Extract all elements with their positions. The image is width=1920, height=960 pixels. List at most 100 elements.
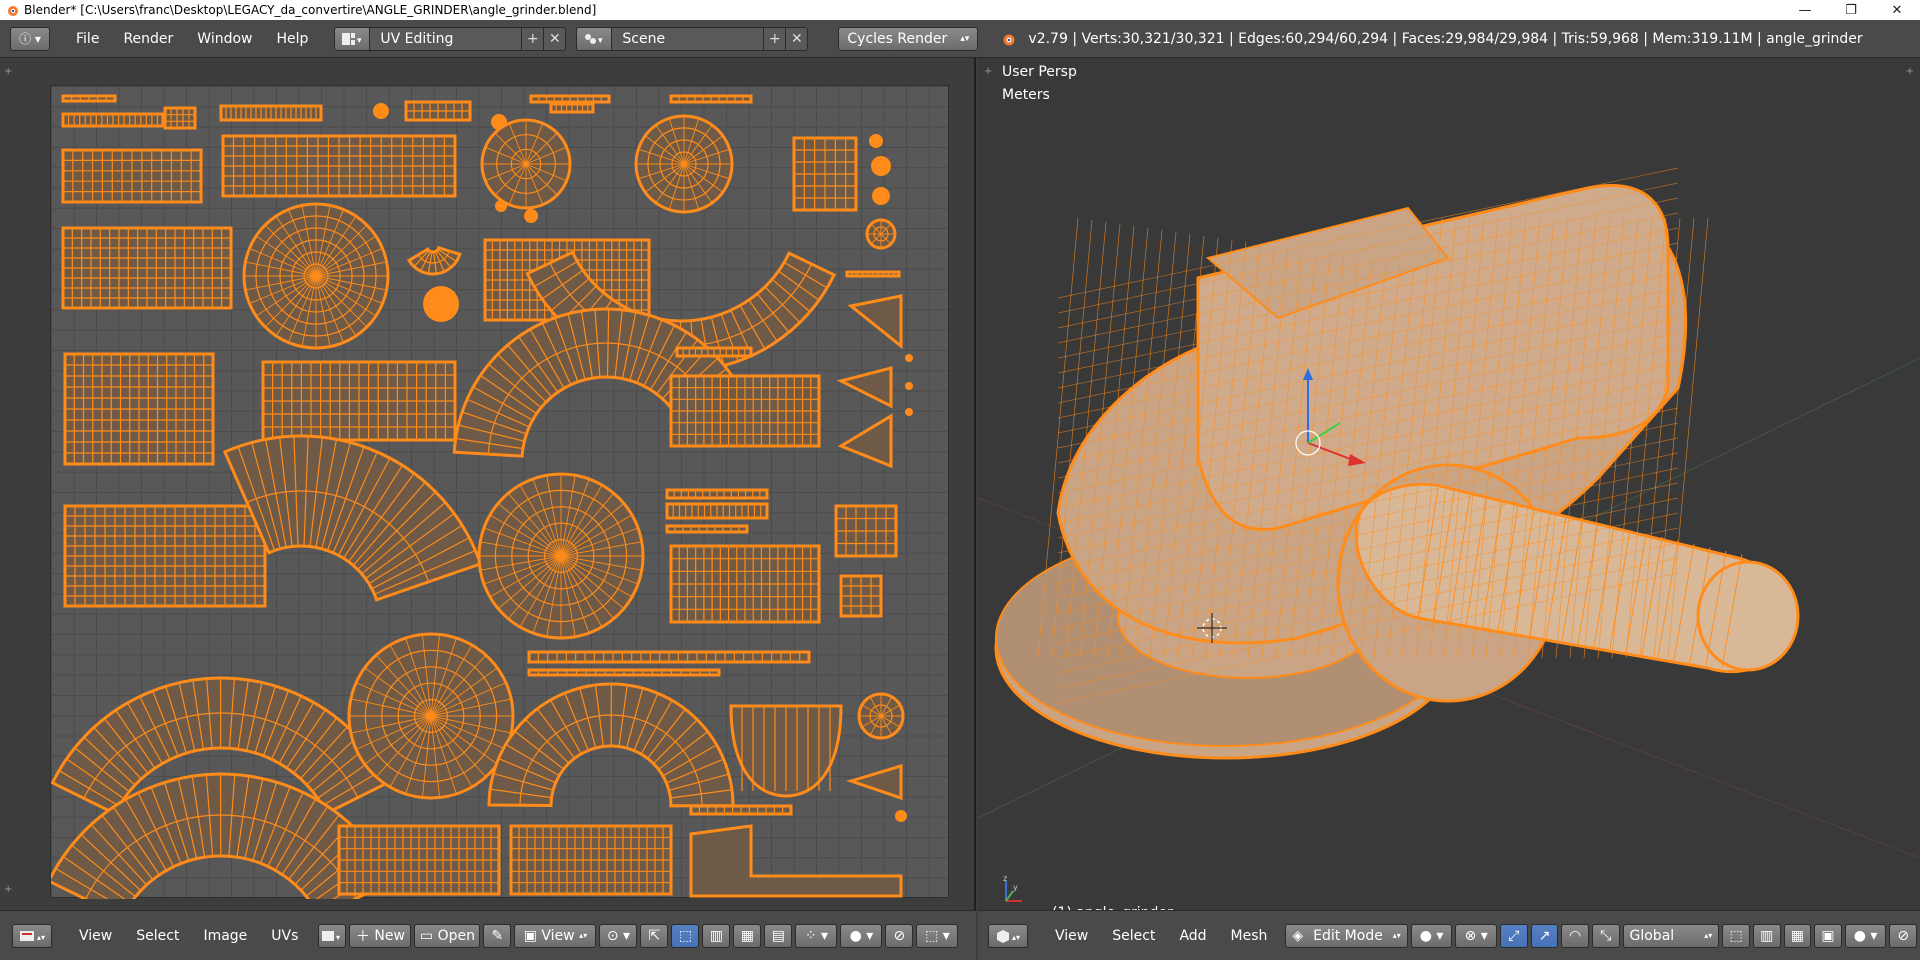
uv-island[interactable]	[529, 94, 611, 104]
add-scene-button[interactable]: +	[764, 26, 787, 51]
uv-menu-view[interactable]: View	[67, 928, 124, 944]
uv-island[interactable]	[549, 102, 595, 114]
translate-manipulator-icon[interactable]: ↗	[1530, 923, 1559, 948]
uv-island[interactable]	[527, 668, 721, 677]
uv-island[interactable]	[495, 200, 507, 212]
uv-island[interactable]	[846, 763, 903, 801]
open-image-button[interactable]: ▭ Open	[414, 923, 481, 948]
menu-window[interactable]: Window	[185, 27, 264, 51]
uv-island[interactable]	[905, 408, 913, 416]
uv-menu-uvs[interactable]: UVs	[259, 928, 310, 944]
uv-island[interactable]	[63, 352, 215, 466]
uv-island[interactable]	[729, 704, 843, 798]
uv-island[interactable]	[895, 810, 907, 822]
vertex-select-icon[interactable]: ⬚	[1722, 923, 1750, 948]
uv-image-editor[interactable]: + +	[0, 58, 976, 910]
restore-button[interactable]: ❐	[1828, 0, 1874, 20]
uv-island[interactable]	[871, 156, 891, 176]
uv-island[interactable]	[869, 134, 883, 148]
menu-file[interactable]: File	[64, 27, 111, 51]
uv-island[interactable]	[905, 354, 913, 362]
uv-island[interactable]	[834, 504, 898, 558]
uv-island[interactable]	[836, 366, 893, 409]
uv-island[interactable]	[347, 632, 515, 800]
delete-layout-button[interactable]: ✕	[544, 26, 567, 51]
pin-image-icon[interactable]: ✎	[483, 923, 512, 948]
uv-island[interactable]	[669, 94, 753, 104]
manipulator-toggle-icon[interactable]: ⤢	[1500, 923, 1528, 948]
render-engine-select[interactable]: Cycles Render ▴▾	[838, 26, 979, 51]
uv-island[interactable]	[665, 488, 769, 500]
screen-layout-icon[interactable]: ▾	[334, 26, 371, 51]
uv-island[interactable]	[792, 136, 858, 212]
menu-help[interactable]: Help	[264, 27, 320, 51]
uv-island[interactable]	[689, 804, 793, 816]
uv-menu-image[interactable]: Image	[191, 928, 259, 944]
area-corner-icon[interactable]: +	[4, 66, 12, 77]
uv-island[interactable]	[665, 502, 769, 520]
uv-island[interactable]	[337, 824, 501, 896]
uv-island[interactable]	[261, 360, 457, 442]
interaction-mode-select[interactable]: ◈ Edit Mode ▴▾	[1285, 923, 1408, 948]
uv-island[interactable]	[63, 504, 267, 608]
uv-island[interactable]	[905, 382, 913, 390]
3d-menu-add[interactable]: Add	[1167, 928, 1218, 944]
grinder-mesh[interactable]	[994, 184, 1800, 760]
area-corner-icon[interactable]: +	[4, 884, 12, 895]
3d-menu-view[interactable]: View	[1043, 928, 1100, 944]
edge-select-icon[interactable]: ▥	[1752, 923, 1781, 948]
editor-type-button[interactable]: ▴▾	[12, 923, 52, 948]
uv-island[interactable]	[669, 374, 821, 448]
island-select-icon[interactable]: ▤	[764, 923, 793, 948]
area-corner-icon[interactable]: +	[984, 66, 992, 77]
uv-island[interactable]	[404, 100, 472, 122]
info-editor-type-button[interactable]: ⓘ ▾	[10, 26, 50, 51]
scale-manipulator-icon[interactable]: ⤡	[1591, 923, 1620, 948]
rotate-manipulator-icon[interactable]: ◠	[1561, 923, 1589, 948]
uv-island[interactable]	[837, 413, 893, 469]
uv-islands[interactable]	[51, 86, 950, 899]
menu-render[interactable]: Render	[111, 27, 185, 51]
vertex-select-icon[interactable]: ⬚	[671, 923, 700, 948]
minimize-button[interactable]: —	[1782, 0, 1828, 20]
face-select-icon[interactable]: ▦	[733, 923, 762, 948]
image-browse-button[interactable]: ▾	[318, 923, 347, 948]
uv-island[interactable]	[527, 650, 811, 664]
snap-toggle-icon[interactable]: ⊘	[1889, 923, 1917, 948]
uv-island[interactable]	[221, 134, 457, 198]
uv-island[interactable]	[163, 106, 197, 130]
uv-island[interactable]	[61, 112, 165, 128]
transform-orientation-select[interactable]: Global ▴▾	[1622, 923, 1720, 948]
uv-island[interactable]	[242, 202, 390, 350]
uv-island[interactable]	[865, 218, 897, 250]
uv-island[interactable]	[857, 692, 905, 740]
uv-island[interactable]	[689, 824, 903, 898]
close-window-button[interactable]: ✕	[1874, 0, 1920, 20]
uv-canvas[interactable]	[50, 85, 950, 899]
scene-field[interactable]: Scene	[612, 26, 765, 51]
pivot-point-select[interactable]: ⊗ ▾	[1455, 923, 1497, 948]
uv-island[interactable]	[406, 245, 462, 276]
snap-toggle-icon[interactable]: ⊘	[885, 923, 914, 948]
uv-island[interactable]	[665, 524, 749, 534]
uv-island[interactable]	[373, 103, 389, 119]
scene-icon[interactable]: ▾	[576, 26, 613, 51]
uv-island[interactable]	[509, 824, 673, 896]
face-select-icon[interactable]: ▦	[1783, 923, 1812, 948]
pivot-select[interactable]: ⊙ ▾	[599, 923, 638, 948]
viewport-shading-select[interactable]: ● ▾	[1410, 923, 1453, 948]
add-layout-button[interactable]: +	[522, 26, 545, 51]
editor-type-button[interactable]: ▴▾	[988, 923, 1028, 948]
delete-scene-button[interactable]: ✕	[786, 26, 809, 51]
sync-selection-icon[interactable]: ⇱	[640, 923, 669, 948]
uv-island[interactable]	[872, 187, 890, 205]
uv-island[interactable]	[477, 472, 645, 640]
occlude-geometry-icon[interactable]: ▣	[1814, 923, 1842, 948]
uv-island[interactable]	[219, 104, 323, 122]
3d-viewport[interactable]: User Persp Meters (1) angle_grinder + + …	[978, 58, 1920, 921]
sticky-select-mode[interactable]: ⁘ ▾	[795, 923, 838, 948]
uv-island[interactable]	[669, 544, 821, 624]
proportional-edit-select[interactable]: ● ▾	[1844, 923, 1887, 948]
uv-island[interactable]	[675, 346, 753, 358]
proportional-edit-select[interactable]: ● ▾	[840, 923, 883, 948]
